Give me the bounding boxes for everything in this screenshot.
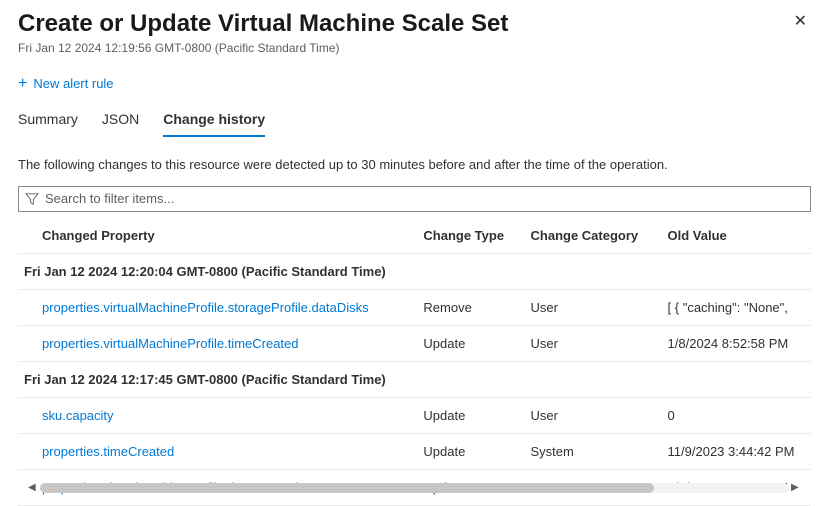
change-type-cell: Update: [415, 397, 522, 433]
old-value-cell: [ { "caching": "None",: [660, 289, 811, 325]
col-changed-property[interactable]: Changed Property: [18, 220, 415, 254]
search-box[interactable]: [18, 186, 811, 212]
table-row[interactable]: sku.capacity UpdateUser0: [18, 397, 811, 433]
table-row[interactable]: properties.timeCreated UpdateSystem11/9/2…: [18, 433, 811, 469]
col-change-category[interactable]: Change Category: [523, 220, 660, 254]
old-value-cell: 0: [660, 397, 811, 433]
tab-json[interactable]: JSON: [102, 111, 139, 137]
group-header-row: Fri Jan 12 2024 12:17:45 GMT-0800 (Pacif…: [18, 361, 811, 397]
scroll-track[interactable]: [40, 483, 789, 493]
group-header-row: Fri Jan 12 2024 12:20:04 GMT-0800 (Pacif…: [18, 253, 811, 289]
change-category-cell: User: [523, 325, 660, 361]
col-old-value[interactable]: Old Value: [660, 220, 811, 254]
group-timestamp: Fri Jan 12 2024 12:17:45 GMT-0800 (Pacif…: [18, 361, 811, 397]
change-category-cell: User: [523, 289, 660, 325]
tab-summary[interactable]: Summary: [18, 111, 78, 137]
change-table: Changed Property Change Type Change Cate…: [18, 220, 811, 506]
property-link[interactable]: sku.capacity: [42, 408, 114, 423]
old-value-cell: 1/8/2024 8:52:58 PM: [660, 325, 811, 361]
plus-icon: +: [18, 75, 27, 93]
change-type-cell: Update: [415, 325, 522, 361]
change-category-cell: System: [523, 433, 660, 469]
close-icon: ✕: [794, 13, 807, 30]
scroll-right-arrow-icon[interactable]: ▶: [791, 483, 801, 493]
tab-change-history[interactable]: Change history: [163, 111, 265, 137]
new-alert-rule-label: New alert rule: [33, 76, 113, 91]
page-title: Create or Update Virtual Machine Scale S…: [18, 10, 508, 39]
old-value-cell: 11/9/2023 3:44:42 PM: [660, 433, 811, 469]
scroll-left-arrow-icon[interactable]: ◀: [28, 483, 38, 493]
change-category-cell: User: [523, 397, 660, 433]
table-row[interactable]: properties.virtualMachineProfile.timeCre…: [18, 325, 811, 361]
new-alert-rule-button[interactable]: + New alert rule: [18, 75, 114, 93]
scroll-thumb[interactable]: [40, 483, 654, 493]
change-table-wrapper[interactable]: Changed Property Change Type Change Cate…: [18, 220, 811, 506]
group-timestamp: Fri Jan 12 2024 12:20:04 GMT-0800 (Pacif…: [18, 253, 811, 289]
change-type-cell: Remove: [415, 289, 522, 325]
property-link[interactable]: properties.timeCreated: [42, 444, 174, 459]
filter-icon: [25, 192, 39, 206]
search-input[interactable]: [39, 191, 804, 206]
description-text: The following changes to this resource w…: [18, 157, 811, 172]
change-type-cell: Update: [415, 433, 522, 469]
horizontal-scrollbar[interactable]: ◀ ▶: [28, 482, 801, 494]
property-link[interactable]: properties.virtualMachineProfile.storage…: [42, 300, 369, 315]
table-row[interactable]: properties.virtualMachineProfile.storage…: [18, 289, 811, 325]
tab-bar: Summary JSON Change history: [0, 93, 829, 137]
property-link[interactable]: properties.virtualMachineProfile.timeCre…: [42, 336, 299, 351]
col-change-type[interactable]: Change Type: [415, 220, 522, 254]
close-button[interactable]: ✕: [790, 10, 811, 34]
page-subtitle: Fri Jan 12 2024 12:19:56 GMT-0800 (Pacif…: [18, 41, 811, 55]
